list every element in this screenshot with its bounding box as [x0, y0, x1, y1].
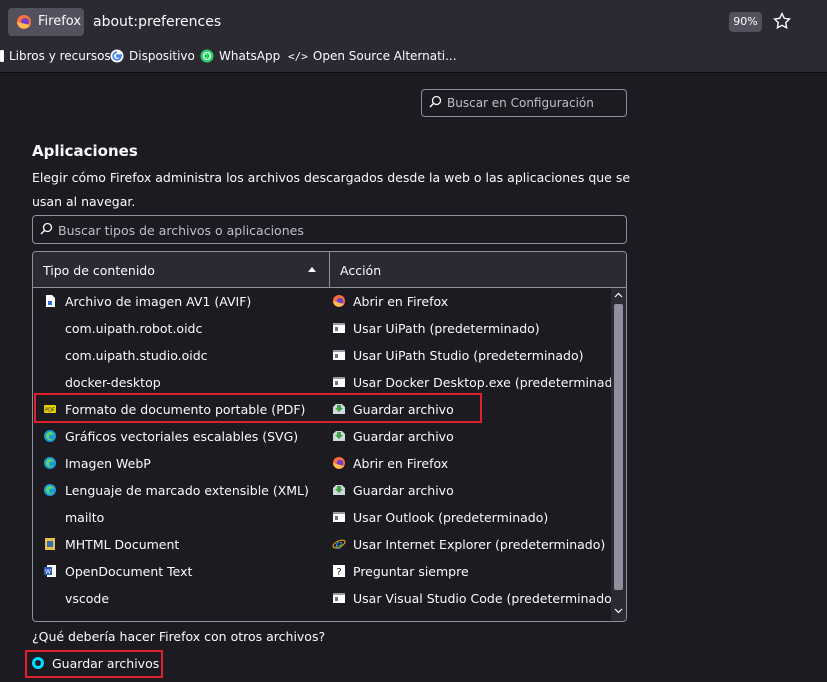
table-row[interactable]: vscode Usar Visual Studio Code (predeterm…: [33, 585, 617, 612]
applications-heading: Aplicaciones: [32, 142, 138, 160]
action-dropdown[interactable]: Guardar archivo: [353, 429, 454, 444]
bookmark-whatsapp[interactable]: WhatsApp: [200, 49, 280, 63]
content-type-label: MHTML Document: [65, 537, 180, 552]
identity-label: Firefox: [38, 14, 82, 29]
content-type-label: OpenDocument Text: [65, 564, 193, 579]
action-dropdown[interactable]: Usar Docker Desktop.exe (predeterminado): [353, 375, 625, 390]
table-header: Tipo de contenido Acción: [33, 252, 626, 288]
firefox-icon: [332, 456, 346, 470]
action-dropdown[interactable]: Usar Outlook (predeterminado): [353, 510, 548, 525]
highlight-pdf-row: [34, 393, 482, 423]
applications-filter-placeholder: Buscar tipos de archivos o aplicaciones: [58, 223, 304, 238]
bookmark-star-icon[interactable]: [773, 12, 791, 30]
action-dropdown[interactable]: Usar UiPath (predeterminado): [353, 321, 540, 336]
app-icon: [332, 348, 346, 362]
content-type-label: docker-desktop: [65, 375, 161, 390]
app-icon: [332, 591, 346, 605]
search-icon: [429, 95, 442, 108]
app-icon: [332, 375, 346, 389]
column-header-content-type[interactable]: Tipo de contenido: [43, 263, 155, 278]
edge-icon: [43, 483, 57, 497]
content-type-label: Imagen WebP: [65, 456, 151, 471]
firefox-icon: [332, 294, 346, 308]
table-scrollbar[interactable]: [611, 288, 626, 621]
edge-icon: [43, 456, 57, 470]
table-row[interactable]: Archivo de imagen AV1 (AVIF) Abrir en Fir…: [33, 288, 611, 315]
app-icon: [332, 510, 346, 524]
action-dropdown[interactable]: Usar Internet Explorer (predeterminado): [353, 537, 605, 552]
firefox-icon: [17, 15, 31, 29]
scrollbar-thumb[interactable]: [614, 304, 623, 590]
file-icon: [43, 294, 57, 308]
applications-description: Elegir cómo Firefox administra los archi…: [32, 170, 631, 209]
table-row[interactable]: Imagen WebP Abrir en Firefox: [33, 450, 611, 477]
search-icon: [40, 222, 53, 235]
content-type-label: com.uipath.robot.oidc: [65, 321, 203, 336]
scroll-up-icon[interactable]: [614, 291, 623, 300]
table-row[interactable]: docker-desktop Usar Docker Desktop.exe (p…: [33, 369, 625, 396]
content-type-label: Archivo de imagen AV1 (AVIF): [65, 294, 252, 309]
settings-search-input[interactable]: Buscar en Configuración: [421, 89, 627, 117]
google-icon: [110, 49, 124, 63]
url-bar-row: Firefox about:preferences 90%: [0, 0, 827, 44]
url-field[interactable]: about:preferences: [93, 14, 221, 30]
svg-text:W: W: [45, 569, 51, 576]
bookmark-open-source[interactable]: </> Open Source Alternati...: [288, 49, 457, 63]
bookmark-dispositivo[interactable]: Dispositivo: [110, 49, 195, 63]
action-dropdown[interactable]: Abrir en Firefox: [353, 456, 448, 471]
sort-ascending-icon: [308, 267, 316, 272]
table-row[interactable]: mailto Usar Outlook (predeterminado): [33, 504, 611, 531]
content-type-label: com.uipath.studio.oidc: [65, 348, 208, 363]
save-files-radio-label[interactable]: Guardar archivos: [52, 656, 159, 671]
word-icon: W: [43, 564, 57, 578]
svg-text:?: ?: [336, 567, 341, 578]
content-type-label: Lenguaje de marcado extensible (XML): [65, 483, 309, 498]
applications-table: Tipo de contenido Acción Archivo de imag…: [32, 251, 627, 622]
column-header-action[interactable]: Acción: [340, 263, 381, 278]
bookmark-folder-icon: [0, 50, 4, 62]
action-dropdown[interactable]: Usar UiPath Studio (predeterminado): [353, 348, 583, 363]
action-dropdown[interactable]: Guardar archivo: [353, 483, 454, 498]
edge-icon: [43, 429, 57, 443]
table-row[interactable]: Lenguaje de marcado extensible (XML) Guar…: [33, 477, 611, 504]
table-row[interactable]: W OpenDocument Text? Preguntar siempre: [33, 558, 611, 585]
app-icon: [332, 321, 346, 335]
settings-search-placeholder: Buscar en Configuración: [447, 96, 594, 110]
whatsapp-icon: [200, 49, 214, 63]
identity-button[interactable]: Firefox: [8, 8, 84, 36]
code-icon: </>: [288, 49, 308, 63]
save-file-icon: [332, 483, 346, 497]
bookmark-libros[interactable]: Libros y recursos: [0, 49, 111, 63]
action-dropdown[interactable]: Usar Visual Studio Code (predeterminado): [353, 591, 617, 606]
ask-icon: ?: [332, 564, 346, 578]
save-file-icon: [332, 429, 346, 443]
content-type-label: Gráficos vectoriales escalables (SVG): [65, 429, 299, 444]
applications-filter-input[interactable]: Buscar tipos de archivos o aplicaciones: [32, 215, 627, 244]
scroll-down-icon[interactable]: [614, 606, 623, 615]
zoom-indicator[interactable]: 90%: [729, 12, 762, 32]
content-type-label: vscode: [65, 591, 110, 606]
internet-explorer-icon: e: [332, 537, 346, 553]
table-row[interactable]: MHTML Document e Usar Internet Explorer (p…: [33, 531, 611, 558]
other-files-question: ¿Qué debería hacer Firefox con otros arc…: [32, 629, 326, 644]
table-row[interactable]: com.uipath.studio.oidc Usar UiPath Studio…: [33, 342, 611, 369]
action-dropdown[interactable]: Abrir en Firefox: [353, 294, 448, 309]
bookmarks-toolbar: Libros y recursos Dispositivo WhatsApp <…: [0, 44, 827, 73]
mhtml-icon: [43, 537, 57, 551]
save-files-radio[interactable]: [32, 657, 44, 669]
table-row[interactable]: com.uipath.robot.oidc Usar UiPath (predet…: [33, 315, 611, 342]
action-dropdown[interactable]: Preguntar siempre: [353, 564, 469, 579]
column-divider: [329, 252, 330, 287]
table-row[interactable]: Gráficos vectoriales escalables (SVG) Gua…: [33, 423, 611, 450]
content-type-label: mailto: [65, 510, 105, 525]
